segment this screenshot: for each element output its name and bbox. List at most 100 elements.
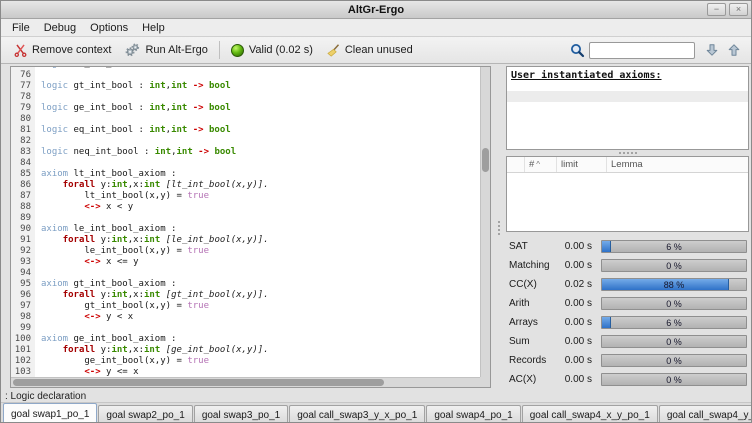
code-line[interactable]: 92 le_int_bool(x,y) = true bbox=[11, 246, 480, 257]
stat-time: 0.00 s bbox=[561, 374, 601, 385]
goal-tab-bar: goal swap1_po_1goal swap2_po_1goal swap3… bbox=[1, 402, 751, 423]
search-icon bbox=[570, 43, 585, 58]
menu-file[interactable]: File bbox=[5, 21, 37, 35]
stat-row: Matching0.00 s0 % bbox=[509, 256, 747, 275]
minimize-button[interactable]: − bbox=[707, 3, 726, 16]
menu-help[interactable]: Help bbox=[135, 21, 172, 35]
stat-row: Sum0.00 s0 % bbox=[509, 332, 747, 351]
code-line[interactable]: 86 forall y:int,x:int [lt_int_bool(x,y)]… bbox=[11, 180, 480, 191]
menu-debug[interactable]: Debug bbox=[37, 21, 83, 35]
code-line[interactable]: 76 bbox=[11, 70, 480, 81]
code-line[interactable]: 79logic ge_int_bool : int,int -> bool bbox=[11, 103, 480, 114]
code-line[interactable]: 80 bbox=[11, 114, 480, 125]
line-number: 92 bbox=[11, 246, 35, 257]
stat-percent-label: 0 % bbox=[602, 336, 746, 347]
line-content: forall y:int,x:int [le_int_bool(x,y)]. bbox=[35, 235, 480, 246]
line-number: 95 bbox=[11, 279, 35, 290]
find-next-button[interactable] bbox=[701, 40, 723, 60]
stat-name: SAT bbox=[509, 241, 561, 252]
search-input[interactable] bbox=[589, 42, 695, 59]
clean-unused-button[interactable]: Clean unused bbox=[320, 42, 420, 59]
code-line[interactable]: 81logic eq_int_bool : int,int -> bool bbox=[11, 125, 480, 136]
vertical-splitter[interactable] bbox=[491, 66, 506, 390]
code-lines: logic lt_int_bool : int,int -> bool7677l… bbox=[11, 67, 480, 377]
close-button[interactable]: × bbox=[729, 3, 748, 16]
line-number: 77 bbox=[11, 81, 35, 92]
line-content: forall y:int,x:int [ge_int_bool(x,y)]. bbox=[35, 345, 480, 356]
goal-tab[interactable]: goal swap4_po_1 bbox=[426, 405, 520, 423]
code-line[interactable]: 94 bbox=[11, 268, 480, 279]
run-alt-ergo-button[interactable]: Run Alt-Ergo bbox=[118, 41, 214, 59]
goal-tab[interactable]: goal swap3_po_1 bbox=[194, 405, 288, 423]
line-number: 89 bbox=[11, 213, 35, 224]
code-line[interactable]: 103 <-> y <= x bbox=[11, 367, 480, 377]
lemma-col-blank[interactable] bbox=[507, 157, 525, 172]
code-line[interactable]: 83logic neq_int_bool : int,int -> bool bbox=[11, 147, 480, 158]
status-text: : Logic declaration bbox=[5, 391, 86, 402]
goal-tab[interactable]: goal call_swap3_y_x_po_1 bbox=[289, 405, 425, 423]
lemma-col-limit[interactable]: limit bbox=[557, 157, 607, 172]
horizontal-scrollbar-thumb[interactable] bbox=[13, 379, 384, 386]
stat-time: 0.00 s bbox=[561, 298, 601, 309]
line-number: 76 bbox=[11, 70, 35, 81]
line-content: gt_int_bool(x,y) = true bbox=[35, 301, 480, 312]
stat-progress-bar: 0 % bbox=[601, 259, 747, 272]
stat-name: Arrays bbox=[509, 317, 561, 328]
line-number: 88 bbox=[11, 202, 35, 213]
line-number: 86 bbox=[11, 180, 35, 191]
goal-tab[interactable]: goal call_swap4_x_y_po_1 bbox=[522, 405, 658, 423]
code-line[interactable]: 101 forall y:int,x:int [ge_int_bool(x,y)… bbox=[11, 345, 480, 356]
stat-name: AC(X) bbox=[509, 374, 561, 385]
line-content: forall y:int,x:int [gt_int_bool(x,y)]. bbox=[35, 290, 480, 301]
code-line[interactable]: 91 forall y:int,x:int [le_int_bool(x,y)]… bbox=[11, 235, 480, 246]
line-number: 82 bbox=[11, 136, 35, 147]
remove-context-button[interactable]: Remove context bbox=[7, 42, 118, 59]
line-content: <-> x <= y bbox=[35, 257, 480, 268]
broom-icon bbox=[327, 44, 340, 57]
code-line[interactable]: 99 bbox=[11, 323, 480, 334]
horizontal-scrollbar[interactable] bbox=[11, 377, 480, 387]
code-line[interactable]: 98 <-> y < x bbox=[11, 312, 480, 323]
code-line[interactable]: 85axiom lt_int_bool_axiom : bbox=[11, 169, 480, 180]
code-line[interactable]: 87 lt_int_bool(x,y) = true bbox=[11, 191, 480, 202]
lemma-col-number[interactable]: # ^ bbox=[525, 157, 557, 172]
code-line[interactable]: 95axiom gt_int_bool_axiom : bbox=[11, 279, 480, 290]
stat-time: 0.00 s bbox=[561, 241, 601, 252]
lemma-col-lemma[interactable]: Lemma bbox=[607, 157, 748, 172]
code-line[interactable]: 96 forall y:int,x:int [gt_int_bool(x,y)]… bbox=[11, 290, 480, 301]
arrow-down-icon bbox=[705, 43, 719, 57]
vertical-scrollbar[interactable] bbox=[480, 67, 490, 377]
goal-tab[interactable]: goal swap1_po_1 bbox=[3, 403, 97, 423]
stat-row: CC(X)0.02 s88 % bbox=[509, 275, 747, 294]
line-number: 100 bbox=[11, 334, 35, 345]
stat-percent-label: 88 % bbox=[602, 279, 746, 290]
code-line[interactable]: 88 <-> x < y bbox=[11, 202, 480, 213]
code-line[interactable]: 89 bbox=[11, 213, 480, 224]
code-line[interactable]: 82 bbox=[11, 136, 480, 147]
stat-name: Records bbox=[509, 355, 561, 366]
goal-tab[interactable]: goal call_swap4_y_x_po_1 bbox=[659, 405, 751, 423]
find-previous-button[interactable] bbox=[723, 40, 745, 60]
code-line[interactable]: 77logic gt_int_bool : int,int -> bool bbox=[11, 81, 480, 92]
code-line[interactable]: 100axiom ge_int_bool_axiom : bbox=[11, 334, 480, 345]
scrollbar-corner bbox=[480, 377, 490, 387]
line-content bbox=[35, 158, 480, 169]
stat-row: AC(X)0.00 s0 % bbox=[509, 370, 747, 389]
code-line[interactable]: 90axiom le_int_bool_axiom : bbox=[11, 224, 480, 235]
code-line[interactable]: 78 bbox=[11, 92, 480, 103]
code-line[interactable]: 93 <-> x <= y bbox=[11, 257, 480, 268]
vertical-scrollbar-thumb[interactable] bbox=[482, 148, 489, 172]
lemma-table-header: # ^ limit Lemma bbox=[507, 157, 748, 173]
code-line[interactable]: 102 ge_int_bool(x,y) = true bbox=[11, 356, 480, 367]
code-editor[interactable]: logic lt_int_bool : int,int -> bool7677l… bbox=[10, 66, 491, 388]
title-bar[interactable]: AltGr-Ergo − × bbox=[1, 1, 751, 19]
stat-name: Arith bbox=[509, 298, 561, 309]
menu-options[interactable]: Options bbox=[83, 21, 135, 35]
axioms-empty-row[interactable] bbox=[507, 91, 748, 102]
code-line[interactable]: 84 bbox=[11, 158, 480, 169]
clean-unused-label: Clean unused bbox=[345, 44, 413, 56]
goal-tab[interactable]: goal swap2_po_1 bbox=[98, 405, 192, 423]
code-line[interactable]: 97 gt_int_bool(x,y) = true bbox=[11, 301, 480, 312]
line-number: 96 bbox=[11, 290, 35, 301]
line-number: 80 bbox=[11, 114, 35, 125]
